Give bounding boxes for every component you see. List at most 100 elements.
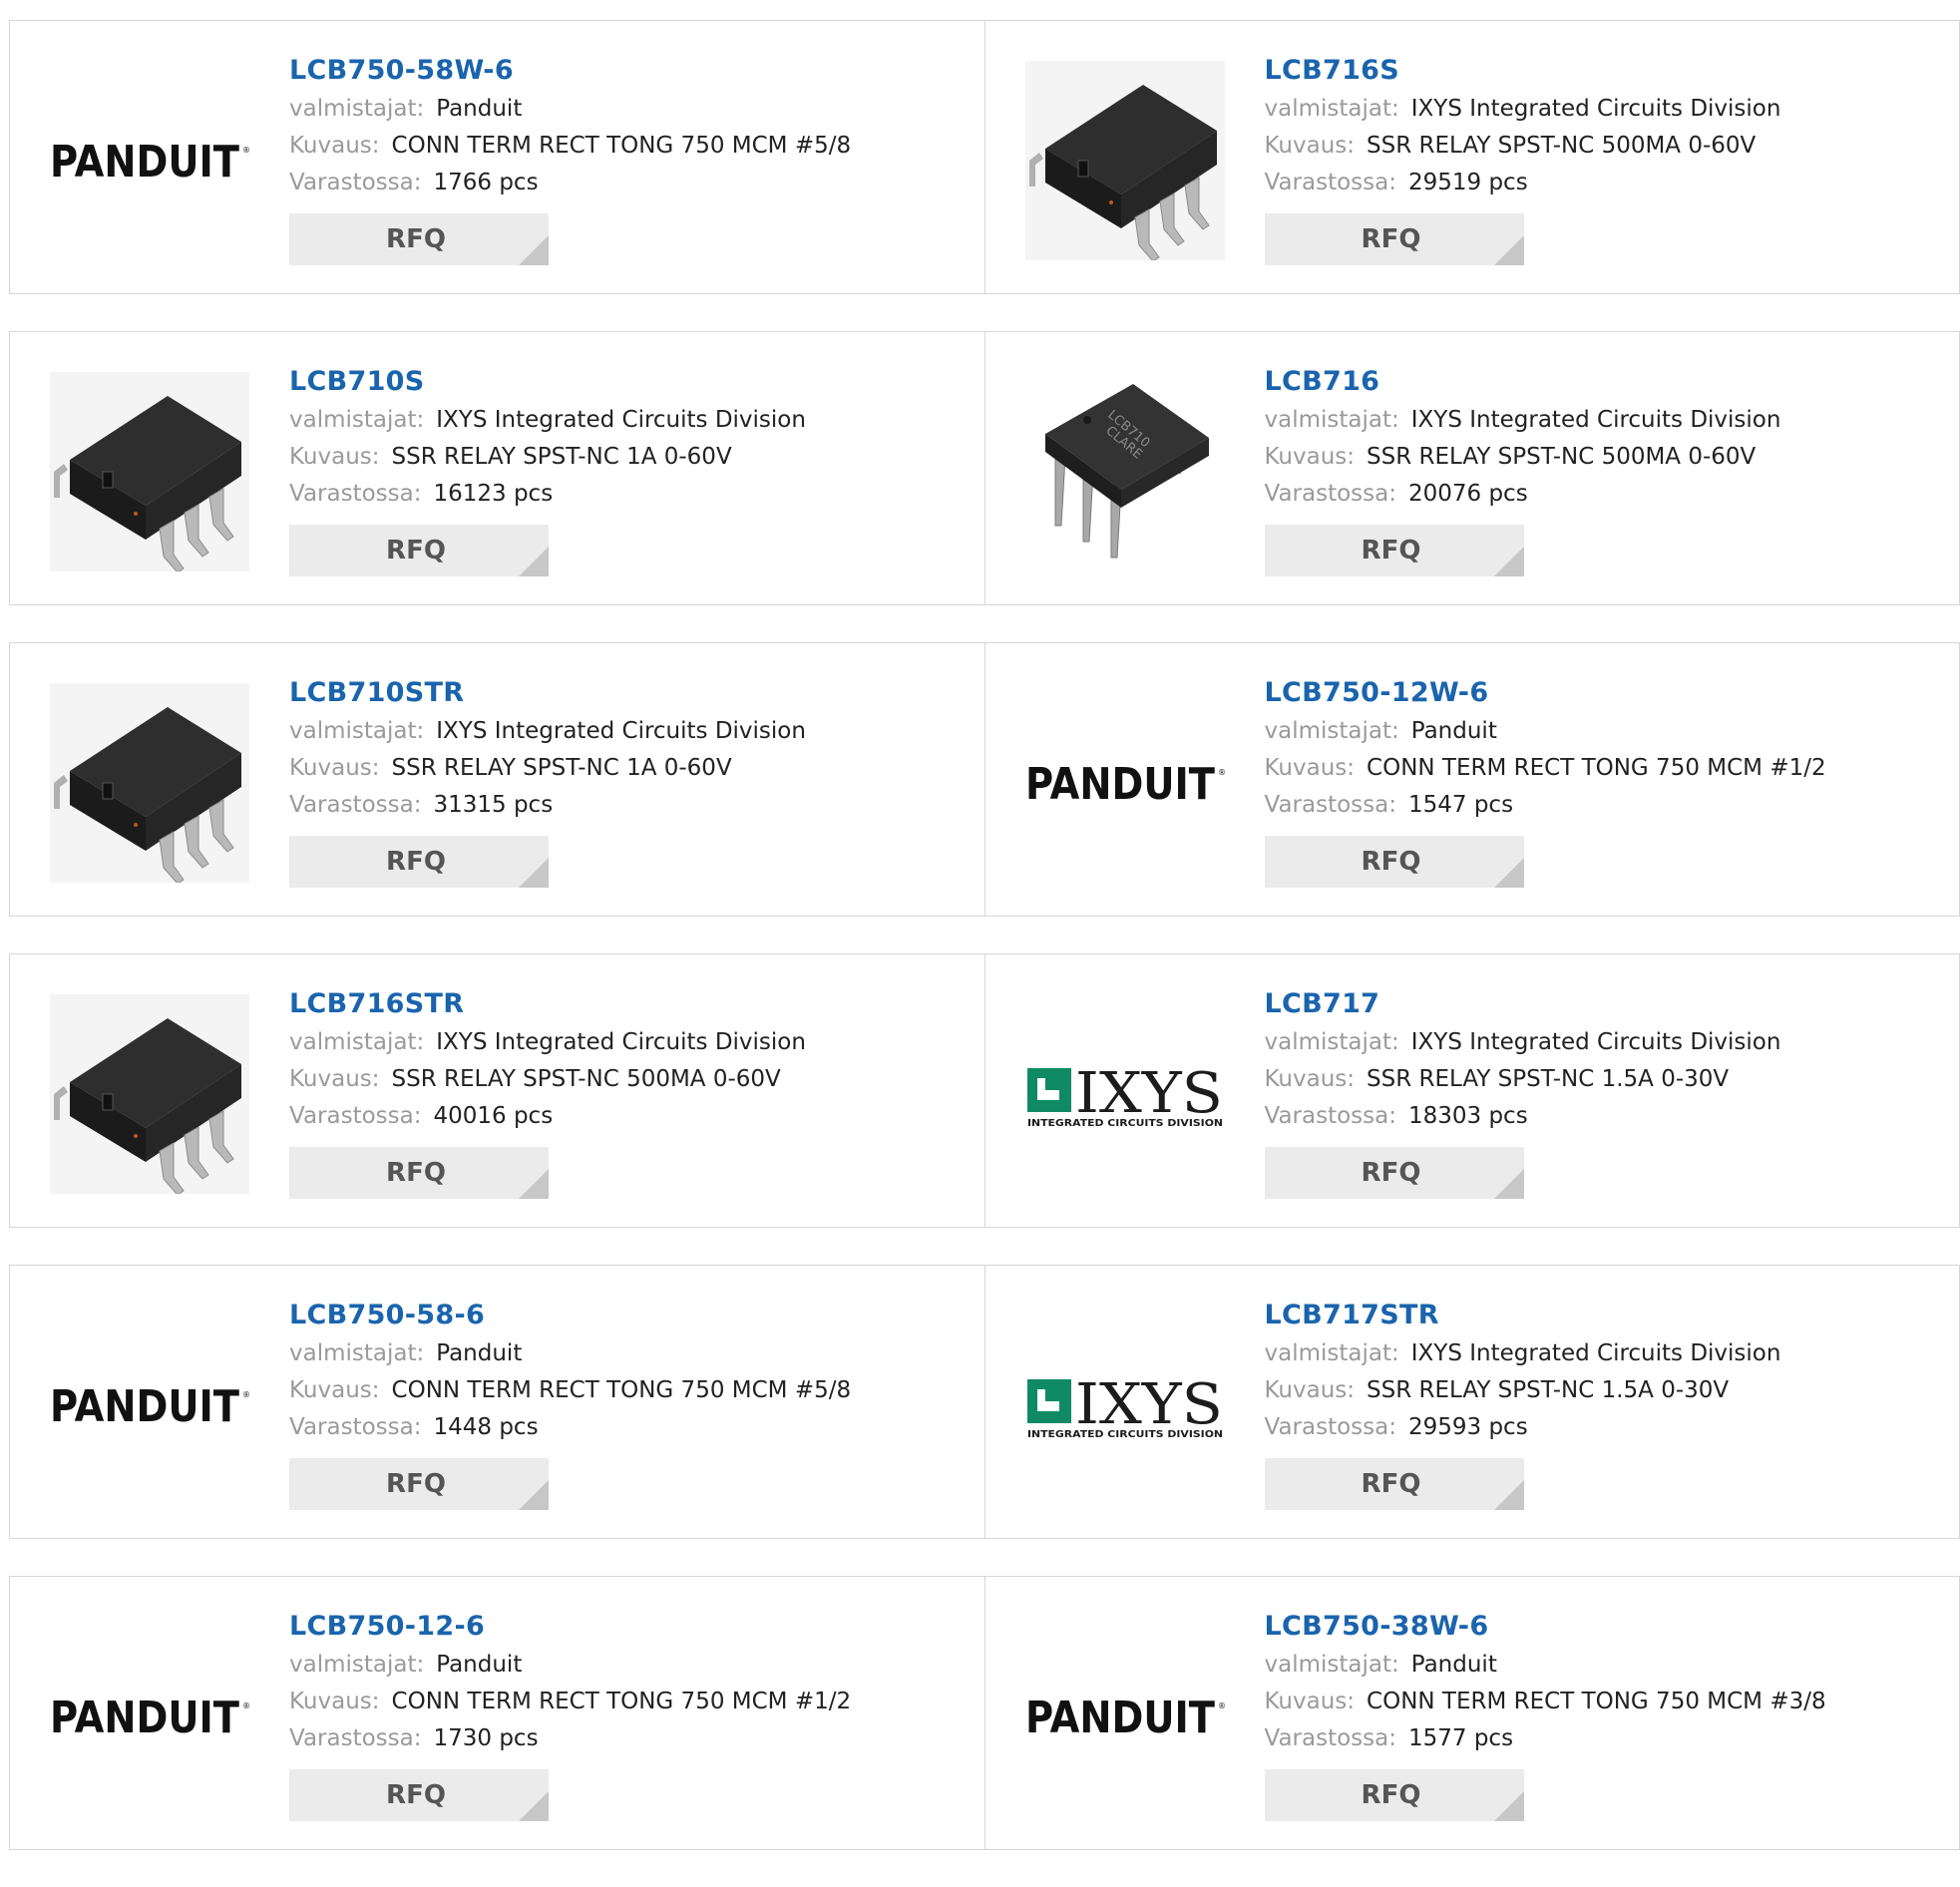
product-card: LCB710CLARE LCB716 valmistajat:IXYS Inte… [985,331,1960,605]
svg-text:®: ® [242,1701,249,1710]
product-image[interactable] [50,994,249,1194]
manufacturer-value: Panduit [1411,1652,1497,1678]
description-value: SSR RELAY SPST-NC 1.5A 0-30V [1367,1377,1729,1403]
rfq-label: RFQ [386,536,446,566]
stock-row: Varastossa:1766 pcs [289,165,851,201]
rfq-button[interactable]: RFQ [289,525,549,576]
rfq-button[interactable]: RFQ [289,213,549,265]
product-image[interactable]: IXYSINTEGRATED CIRCUITS DIVISION [1025,994,1225,1194]
rfq-label: RFQ [1362,536,1421,566]
part-number-link[interactable]: LCB716STR [289,984,806,1024]
product-image[interactable]: PANDUIT® [50,1617,249,1816]
stock-row: Varastossa:20076 pcs [1265,476,1781,513]
product-image[interactable]: PANDUIT® [1025,683,1225,883]
manufacturer-label: valmistajat: [1265,407,1399,433]
part-number-link[interactable]: LCB716S [1265,51,1781,91]
stock-value: 1577 pcs [1408,1725,1513,1751]
description-value: CONN TERM RECT TONG 750 MCM #1/2 [392,1689,852,1714]
part-number-link[interactable]: LCB710STR [289,673,806,713]
rfq-corner-decoration [519,1791,549,1821]
manufacturer-value: Panduit [436,1652,522,1678]
rfq-button[interactable]: RFQ [289,836,549,888]
stock-label: Varastossa: [289,792,421,818]
product-info: LCB716STR valmistajat:IXYS Integrated Ci… [289,984,806,1199]
manufacturer-row: valmistajat:IXYS Integrated Circuits Div… [289,1024,806,1061]
description-value: SSR RELAY SPST-NC 1.5A 0-30V [1367,1066,1729,1092]
description-value: SSR RELAY SPST-NC 1A 0-60V [392,444,732,470]
svg-text:INTEGRATED CIRCUITS DIVISION: INTEGRATED CIRCUITS DIVISION [1027,1118,1223,1129]
part-number-link[interactable]: LCB750-38W-6 [1265,1607,1826,1647]
description-row: Kuvaus:CONN TERM RECT TONG 750 MCM #3/8 [1265,1684,1826,1720]
product-image[interactable] [1025,61,1225,260]
stock-row: Varastossa:29519 pcs [1265,165,1781,201]
part-number-link[interactable]: LCB717STR [1265,1296,1781,1335]
description-row: Kuvaus: SSR RELAY SPST-NC 1.5A 0-30V [1265,1061,1781,1098]
manufacturer-label: valmistajat: [1265,718,1399,744]
product-image[interactable]: IXYSINTEGRATED CIRCUITS DIVISION [1025,1306,1225,1505]
product-image[interactable]: PANDUIT® [50,1306,249,1505]
description-label: Kuvaus: [289,133,380,159]
rfq-button[interactable]: RFQ [289,1147,549,1199]
description-value: SSR RELAY SPST-NC 500MA 0-60V [392,1066,781,1092]
manufacturer-row: valmistajat:Panduit [289,1647,851,1684]
product-image[interactable]: PANDUIT® [50,61,249,260]
description-row: Kuvaus:SSR RELAY SPST-NC 1A 0-60V [289,750,806,787]
product-card: PANDUIT® LCB750-12-6 valmistajat:Panduit… [9,1576,985,1850]
rfq-corner-decoration [519,547,549,576]
rfq-button[interactable]: RFQ [1265,213,1524,265]
stock-row: Varastossa:18303 pcs [1265,1098,1781,1135]
manufacturer-row: valmistajat:IXYS Integrated Circuits Div… [1265,402,1781,439]
product-card: PANDUIT® LCB750-38W-6 valmistajat:Pandui… [985,1576,1960,1850]
part-number-link[interactable]: LCB710S [289,362,806,402]
product-card: LCB710S valmistajat:IXYS Integrated Circ… [9,331,985,605]
rfq-label: RFQ [1362,1158,1421,1188]
rfq-button[interactable]: RFQ [289,1769,549,1821]
manufacturer-row: valmistajat:Panduit [1265,713,1826,750]
manufacturer-row: valmistajat:IXYS Integrated Circuits Div… [289,713,806,750]
part-number-link[interactable]: LCB750-58W-6 [289,51,851,91]
svg-text:INTEGRATED CIRCUITS DIVISION: INTEGRATED CIRCUITS DIVISION [1027,1429,1223,1440]
stock-value: 1448 pcs [433,1414,538,1440]
stock-label: Varastossa: [1265,1725,1396,1751]
product-image[interactable]: PANDUIT® [1025,1617,1225,1816]
description-label: Kuvaus: [1265,1066,1356,1092]
rfq-corner-decoration [519,235,549,265]
rfq-button[interactable]: RFQ [1265,836,1524,888]
svg-text:PANDUIT: PANDUIT [50,1381,239,1432]
part-number-link[interactable]: LCB716 [1265,362,1781,402]
product-image[interactable]: LCB710CLARE [1025,372,1225,571]
stock-label: Varastossa: [1265,170,1396,195]
rfq-button[interactable]: RFQ [1265,1769,1524,1821]
stock-row: Varastossa:31315 pcs [289,787,806,824]
svg-text:®: ® [1218,768,1225,777]
rfq-button[interactable]: RFQ [1265,1147,1524,1199]
product-image[interactable] [50,372,249,571]
rfq-button[interactable]: RFQ [1265,1458,1524,1510]
rfq-corner-decoration [1494,1480,1524,1510]
rfq-button[interactable]: RFQ [1265,525,1524,576]
stock-value: 20076 pcs [1408,481,1528,507]
manufacturer-row: valmistajat:IXYS Integrated Circuits Div… [1265,91,1781,128]
product-image[interactable] [50,683,249,883]
rfq-button[interactable]: RFQ [289,1458,549,1510]
description-row: Kuvaus:SSR RELAY SPST-NC 500MA 0-60V [1265,439,1781,476]
description-row: Kuvaus:SSR RELAY SPST-NC 1.5A 0-30V [1265,1372,1781,1409]
product-info: LCB750-58W-6 valmistajat:Panduit Kuvaus:… [289,51,851,265]
manufacturer-label: valmistajat: [1265,1340,1399,1366]
description-row: Kuvaus:SSR RELAY SPST-NC 500MA 0-60V [1265,128,1781,165]
svg-text:PANDUIT: PANDUIT [1025,759,1215,810]
part-number-link[interactable]: LCB750-58-6 [289,1296,851,1335]
part-number-link[interactable]: LCB717 [1265,984,1781,1024]
product-info: LCB750-12-6 valmistajat:Panduit Kuvaus:C… [289,1607,851,1821]
part-number-link[interactable]: LCB750-12W-6 [1265,673,1826,713]
product-card: PANDUIT® LCB750-12W-6 valmistajat:Pandui… [985,642,1960,917]
product-row: PANDUIT® LCB750-58W-6 valmistajat:Pandui… [9,20,1960,294]
description-row: Kuvaus:CONN TERM RECT TONG 750 MCM #1/2 [289,1684,851,1720]
description-row: Kuvaus:SSR RELAY SPST-NC 1A 0-60V [289,439,806,476]
svg-text:®: ® [242,146,249,155]
description-row: Kuvaus:CONN TERM RECT TONG 750 MCM #5/8 [289,128,851,165]
manufacturer-value: IXYS Integrated Circuits Division [436,1029,806,1055]
stock-label: Varastossa: [289,481,421,507]
stock-label: Varastossa: [289,1414,421,1440]
part-number-link[interactable]: LCB750-12-6 [289,1607,851,1647]
